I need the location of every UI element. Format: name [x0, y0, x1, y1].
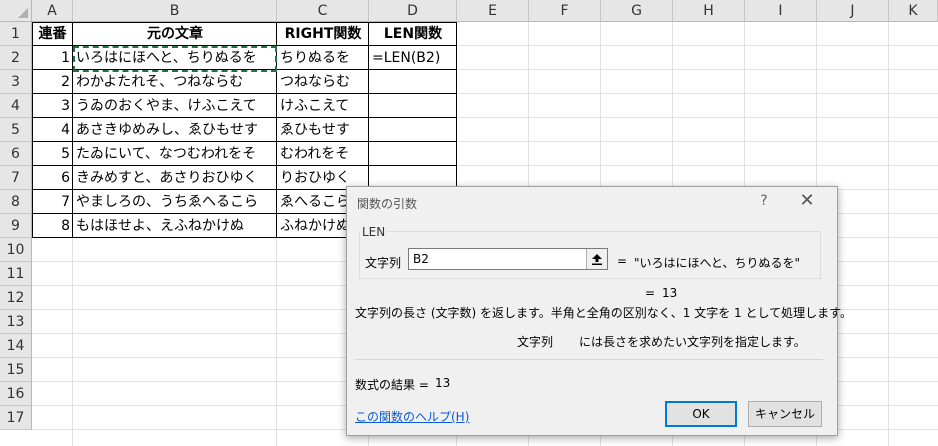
column-header-h[interactable]: H	[673, 0, 745, 22]
cell-d2[interactable]: =LEN(B2)	[369, 46, 457, 70]
row-header-17[interactable]: 17	[0, 406, 32, 430]
cancel-button[interactable]: キャンセル	[748, 401, 822, 427]
cell-b4[interactable]: うゐのおくやま、けふこえて	[73, 94, 277, 118]
row-header-15[interactable]: 15	[0, 358, 32, 382]
header-cell-len[interactable]: LEN関数	[369, 22, 457, 46]
column-header-b[interactable]: B	[73, 0, 277, 22]
cell-b8[interactable]: やましろの、うちゑへるこら	[73, 190, 277, 214]
row-header-13[interactable]: 13	[0, 310, 32, 334]
function-help-link[interactable]: この関数のヘルプ(H)	[355, 408, 469, 425]
argument-label: 文字列	[365, 256, 402, 270]
row-header-2[interactable]: 2	[0, 46, 32, 70]
argument-equals: =	[617, 254, 628, 268]
cell-a3[interactable]: 2	[32, 70, 73, 94]
function-arguments-dialog: 関数の引数 ? ✕ LEN 文字列 B2 = "いろはにほへと、ちりぬるを" =…	[346, 186, 852, 436]
column-header-c[interactable]: C	[277, 0, 369, 22]
argument-input[interactable]: B2	[408, 248, 608, 270]
cell-c6[interactable]: むわれをそ	[277, 142, 369, 166]
row-header-3[interactable]: 3	[0, 70, 32, 94]
function-name-label: LEN	[360, 225, 388, 239]
row-header-14[interactable]: 14	[0, 334, 32, 358]
row-header-7[interactable]: 7	[0, 166, 32, 190]
row-header-4[interactable]: 4	[0, 94, 32, 118]
collapse-dialog-button[interactable]	[586, 249, 607, 269]
cell-b5[interactable]: あさきゆめみし、ゑひもせす	[73, 118, 277, 142]
column-header-j[interactable]: J	[817, 0, 889, 22]
row-header-8[interactable]: 8	[0, 190, 32, 214]
cell-a2[interactable]: 1	[32, 46, 73, 70]
cell-c2[interactable]: ちりぬるを	[277, 46, 369, 70]
column-header-k[interactable]: K	[889, 0, 938, 22]
ok-button[interactable]: OK	[665, 401, 737, 427]
reference-highlight-b2	[73, 46, 277, 72]
row-header-11[interactable]: 11	[0, 262, 32, 286]
row-header-5[interactable]: 5	[0, 118, 32, 142]
cell-b3[interactable]: わかよたれそ、つねならむ	[73, 70, 277, 94]
cell-d4[interactable]	[369, 94, 457, 118]
select-all-corner[interactable]	[0, 0, 32, 22]
help-icon[interactable]: ?	[756, 193, 772, 209]
argument-help-text: には長さを求めたい文字列を指定します。	[579, 335, 806, 349]
close-icon[interactable]: ✕	[797, 191, 817, 211]
column-header-g[interactable]: G	[601, 0, 673, 22]
cell-b7[interactable]: きみめすと、あさりおひゆく	[73, 166, 277, 190]
argument-help-name: 文字列	[517, 335, 554, 349]
column-header-d[interactable]: D	[369, 0, 457, 22]
row-header-16[interactable]: 16	[0, 382, 32, 406]
column-header-i[interactable]: I	[745, 0, 817, 22]
header-cell-no[interactable]: 連番	[32, 22, 73, 46]
cell-a9[interactable]: 8	[32, 214, 73, 238]
cell-d6[interactable]	[369, 142, 457, 166]
select-all-icon	[18, 8, 28, 18]
column-header-a[interactable]: A	[32, 0, 73, 22]
cell-a5[interactable]: 4	[32, 118, 73, 142]
row-header-9[interactable]: 9	[0, 214, 32, 238]
row-header-10[interactable]: 10	[0, 238, 32, 262]
cell-a7[interactable]: 6	[32, 166, 73, 190]
cell-a6[interactable]: 5	[32, 142, 73, 166]
argument-evaluated-value: "いろはにほへと、ちりぬるを"	[634, 256, 800, 270]
cell-c5[interactable]: ゑひもせす	[277, 118, 369, 142]
column-header-e[interactable]: E	[457, 0, 529, 22]
result-equals: =	[645, 286, 656, 300]
cell-d3[interactable]	[369, 70, 457, 94]
cell-c3[interactable]: つねならむ	[277, 70, 369, 94]
cell-a4[interactable]: 3	[32, 94, 73, 118]
column-header-f[interactable]: F	[529, 0, 601, 22]
row-header-12[interactable]: 12	[0, 286, 32, 310]
cell-c4[interactable]: けふこえて	[277, 94, 369, 118]
row-header-6[interactable]: 6	[0, 142, 32, 166]
cell-a8[interactable]: 7	[32, 190, 73, 214]
formula-result-value: 13	[435, 376, 451, 390]
formula-result-label: 数式の結果 =	[355, 378, 429, 392]
separator	[355, 359, 823, 360]
function-description: 文字列の長さ (文字数) を返します。半角と全角の区別なく、1 文字を 1 とし…	[355, 306, 852, 320]
row-header-1[interactable]: 1	[0, 22, 32, 46]
collapse-arrow-icon	[592, 253, 602, 265]
cell-b6[interactable]: たゐにいて、なつむわれをそ	[73, 142, 277, 166]
header-cell-right[interactable]: RIGHT関数	[277, 22, 369, 46]
dialog-title: 関数の引数	[357, 197, 418, 211]
cell-d5[interactable]	[369, 118, 457, 142]
cell-b9[interactable]: もはほせよ、えふねかけぬ	[73, 214, 277, 238]
header-cell-text[interactable]: 元の文章	[73, 22, 277, 46]
function-result-value: 13	[662, 286, 678, 300]
